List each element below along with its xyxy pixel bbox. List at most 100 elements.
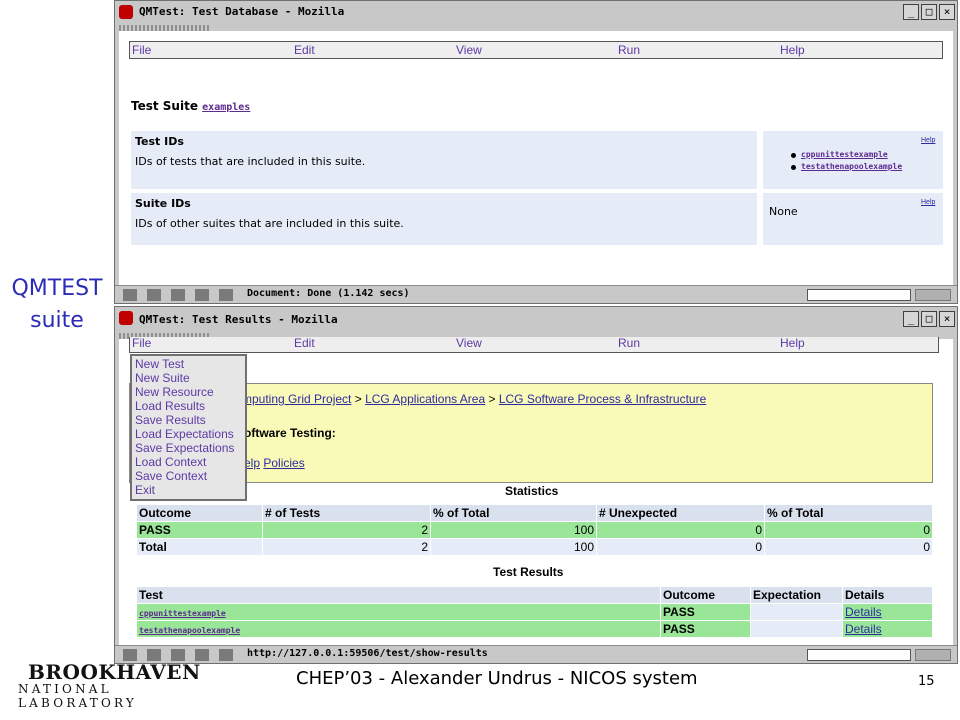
tests-cell: 2	[263, 522, 431, 539]
table-header-row: Test Outcome Expectation Details	[137, 587, 933, 604]
mozilla-logo-icon	[119, 311, 133, 325]
titlebar: QMTest: Test Results - Mozilla _ □ ×	[115, 307, 957, 329]
column-header: # Unexpected	[597, 505, 765, 522]
minimize-button[interactable]: _	[903, 4, 919, 20]
percent-cell: 100	[431, 522, 597, 539]
menu-item-load-results[interactable]: Load Results	[135, 399, 205, 413]
expectation-cell	[751, 604, 843, 621]
tests-cell: 2	[263, 539, 431, 556]
test-link[interactable]: cppunittestexample	[139, 609, 226, 618]
window-title: QMTest: Test Results - Mozilla	[139, 313, 338, 326]
breadcrumb-applications-area[interactable]: LCG Applications Area	[365, 392, 485, 406]
menu-item-save-expectations[interactable]: Save Expectations	[135, 441, 234, 455]
suite-heading: Test Suite	[131, 99, 198, 113]
details-link[interactable]: Details	[845, 605, 882, 619]
statistics-heading: Statistics	[505, 484, 559, 498]
logo-line2: NATIONAL LABORATORY	[18, 682, 137, 710]
test-link-cppunit[interactable]: cppunittestexample	[801, 150, 888, 159]
menu-run[interactable]: Run	[618, 336, 640, 350]
percent-unexpected-cell: 0	[765, 522, 933, 539]
bullet-icon	[791, 165, 796, 170]
test-link[interactable]: testathenapoolexample	[139, 626, 240, 635]
close-button[interactable]: ×	[939, 4, 955, 20]
logo-line1: BROOKHAVEN	[28, 660, 201, 684]
test-results-heading: Test Results	[493, 565, 564, 579]
outcome-cell: Total	[137, 539, 263, 556]
none-value: None	[769, 205, 798, 218]
suite-ids-field: Suite IDs IDs of other suites that are i…	[131, 193, 757, 245]
menu-item-new-suite[interactable]: New Suite	[135, 371, 190, 385]
column-header: Test	[137, 587, 661, 604]
details-cell: Details	[843, 604, 933, 621]
test-database-window: QMTest: Test Database - Mozilla _ □ × Fi…	[114, 0, 958, 304]
menu-file[interactable]: File	[132, 43, 151, 57]
test-ids-field: Test IDs IDs of tests that are included …	[131, 131, 757, 189]
status-text: Document: Done (1.142 secs)	[247, 288, 410, 299]
help-link[interactable]: Help	[921, 199, 935, 206]
window-title: QMTest: Test Database - Mozilla	[139, 5, 345, 18]
close-button[interactable]: ×	[939, 311, 955, 327]
breadcrumb-separator: >	[485, 392, 499, 406]
mozilla-logo-icon	[119, 5, 133, 19]
details-cell: Details	[843, 621, 933, 638]
help-link[interactable]: Help	[921, 137, 935, 144]
menu-bar: File Edit View Run Help	[129, 41, 943, 59]
file-menu-dropdown: New Test New Suite New Resource Load Res…	[130, 354, 247, 501]
field-name: Test IDs	[135, 135, 184, 148]
status-bar: Document: Done (1.142 secs)	[115, 285, 957, 303]
table-row: testathenapoolexample PASS Details	[137, 621, 933, 638]
unexpected-cell: 0	[597, 522, 765, 539]
menu-item-load-expectations[interactable]: Load Expectations	[135, 427, 234, 441]
project-header: mputing Grid Project > LCG Applications …	[129, 383, 933, 483]
expectation-cell	[751, 621, 843, 638]
menu-edit[interactable]: Edit	[294, 336, 315, 350]
statistics-table: Outcome # of Tests % of Total # Unexpect…	[137, 505, 933, 556]
help-policies-links: elp Policies	[244, 456, 305, 470]
policies-link[interactable]: Policies	[263, 456, 304, 470]
field-name: Suite IDs	[135, 197, 191, 210]
table-row: PASS 2 100 0 0	[137, 522, 933, 539]
menu-edit[interactable]: Edit	[294, 43, 315, 57]
menu-view[interactable]: View	[456, 43, 482, 57]
breadcrumb-software-process[interactable]: LCG Software Process & Infrastructure	[499, 392, 706, 406]
test-results-table: Test Outcome Expectation Details cppunit…	[137, 587, 933, 638]
menu-item-load-context[interactable]: Load Context	[135, 455, 206, 469]
column-header: # of Tests	[263, 505, 431, 522]
suite-name-link[interactable]: examples	[202, 102, 250, 113]
test-link-athenapool[interactable]: testathenapoolexample	[801, 162, 902, 171]
menu-view[interactable]: View	[456, 336, 482, 350]
menu-bar: File Edit View Run Help	[129, 336, 939, 353]
menu-item-new-test[interactable]: New Test	[135, 357, 184, 371]
column-header: Outcome	[661, 587, 751, 604]
percent-unexpected-cell: 0	[765, 539, 933, 556]
details-link[interactable]: Details	[845, 622, 882, 636]
percent-cell: 100	[431, 539, 597, 556]
column-header: Outcome	[137, 505, 263, 522]
status-icons[interactable]	[123, 289, 241, 301]
maximize-button[interactable]: □	[921, 4, 937, 20]
column-header: Details	[843, 587, 933, 604]
bullet-icon	[791, 153, 796, 158]
breadcrumb-separator: >	[351, 392, 366, 406]
menu-help[interactable]: Help	[780, 336, 805, 350]
menu-item-new-resource[interactable]: New Resource	[135, 385, 214, 399]
column-header: % of Total	[765, 505, 933, 522]
breadcrumb: mputing Grid Project > LCG Applications …	[242, 392, 706, 406]
menu-help[interactable]: Help	[780, 43, 805, 57]
menu-item-save-context[interactable]: Save Context	[135, 469, 207, 483]
breadcrumb-grid-project[interactable]: mputing Grid Project	[242, 392, 351, 406]
suite-title: Test Suite examples	[131, 99, 250, 113]
menu-run[interactable]: Run	[618, 43, 640, 57]
menu-item-save-results[interactable]: Save Results	[135, 413, 206, 427]
side-label-line1: QMTEST	[11, 276, 103, 301]
maximize-button[interactable]: □	[921, 311, 937, 327]
side-label-line2: suite	[30, 308, 84, 333]
menu-file[interactable]: File	[132, 336, 151, 350]
brookhaven-logo: BROOKHAVEN NATIONAL LABORATORY	[18, 660, 228, 710]
page-heading: oftware Testing:	[244, 426, 336, 440]
status-progress	[807, 289, 911, 301]
field-description: IDs of other suites that are included in…	[135, 217, 404, 230]
minimize-button[interactable]: _	[903, 311, 919, 327]
outcome-cell: PASS	[661, 621, 751, 638]
menu-item-exit[interactable]: Exit	[135, 483, 155, 497]
